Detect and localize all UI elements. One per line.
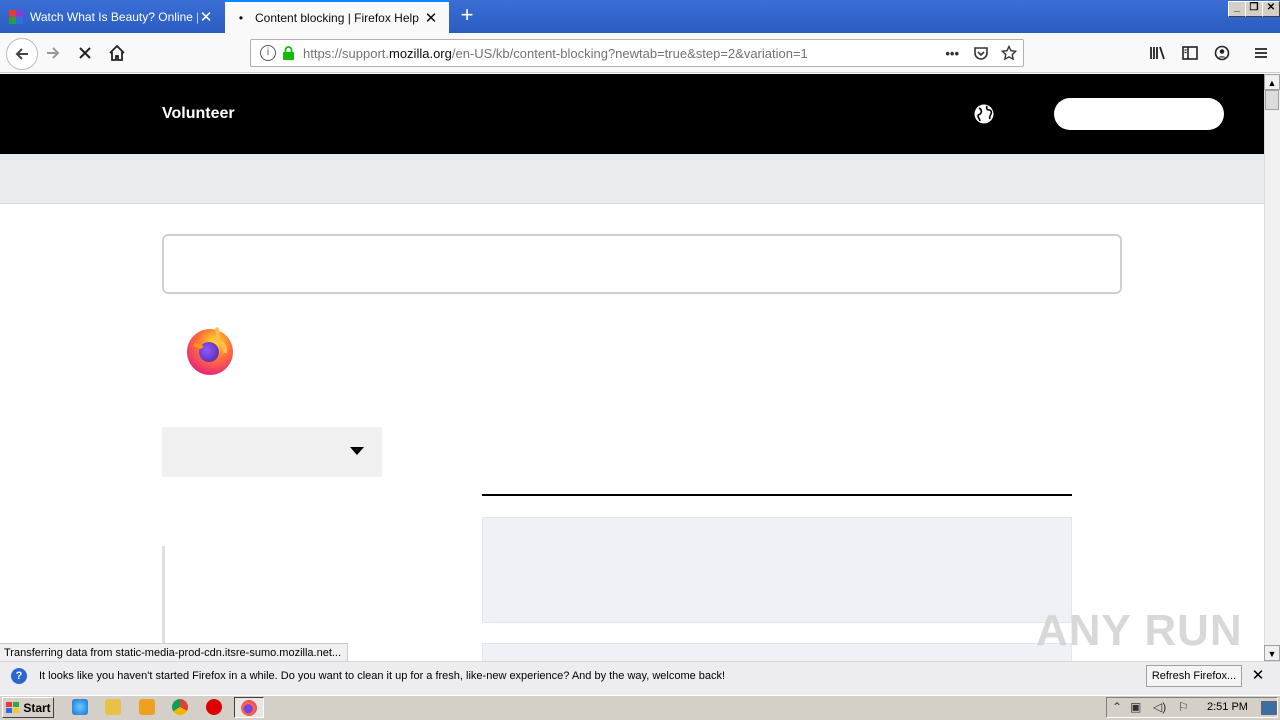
- ie-icon[interactable]: [72, 699, 88, 715]
- topic-dropdown[interactable]: [162, 427, 382, 477]
- media-player-icon[interactable]: [139, 699, 155, 715]
- back-button[interactable]: [6, 38, 38, 70]
- sub-navigation-bar: [0, 154, 1264, 204]
- windows-logo-icon: [6, 701, 20, 713]
- forward-button[interactable]: [41, 41, 65, 65]
- clock: 2:51 PM: [1207, 701, 1248, 713]
- stop-loading-button[interactable]: [73, 41, 97, 65]
- url-prefix: https://support.: [303, 45, 389, 61]
- restore-button[interactable]: ❐: [1245, 1, 1263, 17]
- anyrun-watermark: ANY RUN: [1036, 606, 1243, 655]
- show-desktop-icon[interactable]: [1261, 701, 1277, 715]
- tray-expand-icon[interactable]: ⌃: [1112, 700, 1122, 714]
- hamburger-menu-icon: [1255, 48, 1267, 58]
- close-window-button[interactable]: ✕: [1262, 1, 1280, 17]
- url-path: /en-US/kb/content-blocking?newtab=true&s…: [451, 45, 808, 61]
- volume-icon[interactable]: ◁): [1153, 700, 1166, 714]
- scroll-down-arrow-icon[interactable]: ▼: [1264, 645, 1280, 661]
- caret-down-icon: [350, 447, 364, 455]
- scroll-up-arrow-icon[interactable]: ▲: [1264, 74, 1280, 90]
- url-domain: mozilla.org: [389, 45, 452, 61]
- article-card[interactable]: [482, 517, 1072, 623]
- tab-title: Watch What Is Beauty? Online | W: [30, 9, 198, 24]
- tab-content-blocking[interactable]: • Content blocking | Firefox Help ✕: [225, 0, 449, 33]
- firefox-icon: [241, 700, 257, 716]
- opera-icon[interactable]: [206, 699, 222, 715]
- notification-message: It looks like you haven't started Firefo…: [39, 670, 726, 682]
- refresh-firefox-button[interactable]: Refresh Firefox...: [1146, 665, 1242, 687]
- flag-icon[interactable]: ⚐: [1178, 700, 1189, 714]
- home-icon: [109, 44, 125, 61]
- loading-dot-icon: •: [238, 10, 244, 25]
- section-divider: [482, 494, 1072, 496]
- start-label: Start: [23, 700, 51, 715]
- search-input[interactable]: [162, 234, 1122, 294]
- volunteer-link[interactable]: Volunteer: [162, 105, 235, 123]
- arrow-right-icon: [47, 47, 60, 59]
- arrow-left-icon: [15, 48, 28, 60]
- tab-close-icon[interactable]: ✕: [423, 9, 439, 27]
- status-bar: Transferring data from static-media-prod…: [0, 643, 349, 663]
- info-icon[interactable]: i: [260, 45, 276, 61]
- minimize-button[interactable]: _: [1228, 1, 1246, 17]
- page-actions-button[interactable]: •••: [945, 46, 959, 61]
- library-icon: [1150, 46, 1165, 60]
- site-favicon-icon: [9, 9, 23, 24]
- tab-watch-beauty[interactable]: Watch What Is Beauty? Online | W ✕: [0, 0, 224, 33]
- menu-button[interactable]: [1249, 41, 1273, 65]
- question-icon: ?: [11, 668, 27, 684]
- pocket-icon[interactable]: [973, 45, 989, 61]
- library-button[interactable]: [1146, 41, 1170, 65]
- firefox-logo-icon: [187, 326, 233, 375]
- url-text[interactable]: https://support.mozilla.org/en-US/kb/con…: [303, 46, 808, 61]
- lock-icon[interactable]: [282, 46, 295, 60]
- sidebar-button[interactable]: [1178, 41, 1202, 65]
- account-icon: [1214, 45, 1230, 61]
- scrollbar-thumb[interactable]: [1265, 90, 1279, 110]
- network-icon[interactable]: ▣: [1130, 700, 1141, 714]
- account-button[interactable]: [1210, 41, 1234, 65]
- home-button[interactable]: [105, 41, 129, 65]
- stop-x-icon: [79, 47, 91, 59]
- new-tab-button[interactable]: +: [456, 4, 478, 28]
- sign-in-button[interactable]: [1054, 98, 1224, 130]
- taskbar: [0, 695, 1280, 720]
- globe-icon[interactable]: [972, 102, 996, 126]
- taskbar-firefox-button[interactable]: [234, 697, 264, 718]
- sidebar-icon: [1182, 46, 1198, 60]
- bookmark-star-icon[interactable]: [1001, 45, 1017, 61]
- vertical-scrollbar[interactable]: [1264, 74, 1280, 661]
- chrome-icon[interactable]: [172, 699, 188, 715]
- folder-icon[interactable]: [105, 699, 121, 715]
- tab-close-icon[interactable]: ✕: [198, 8, 214, 26]
- tab-title: Content blocking | Firefox Help: [255, 10, 419, 25]
- start-button[interactable]: Start: [2, 697, 54, 718]
- close-icon[interactable]: ✕: [1250, 668, 1266, 684]
- url-bar[interactable]: i https://support.mozilla.org/en-US/kb/c…: [250, 39, 1024, 67]
